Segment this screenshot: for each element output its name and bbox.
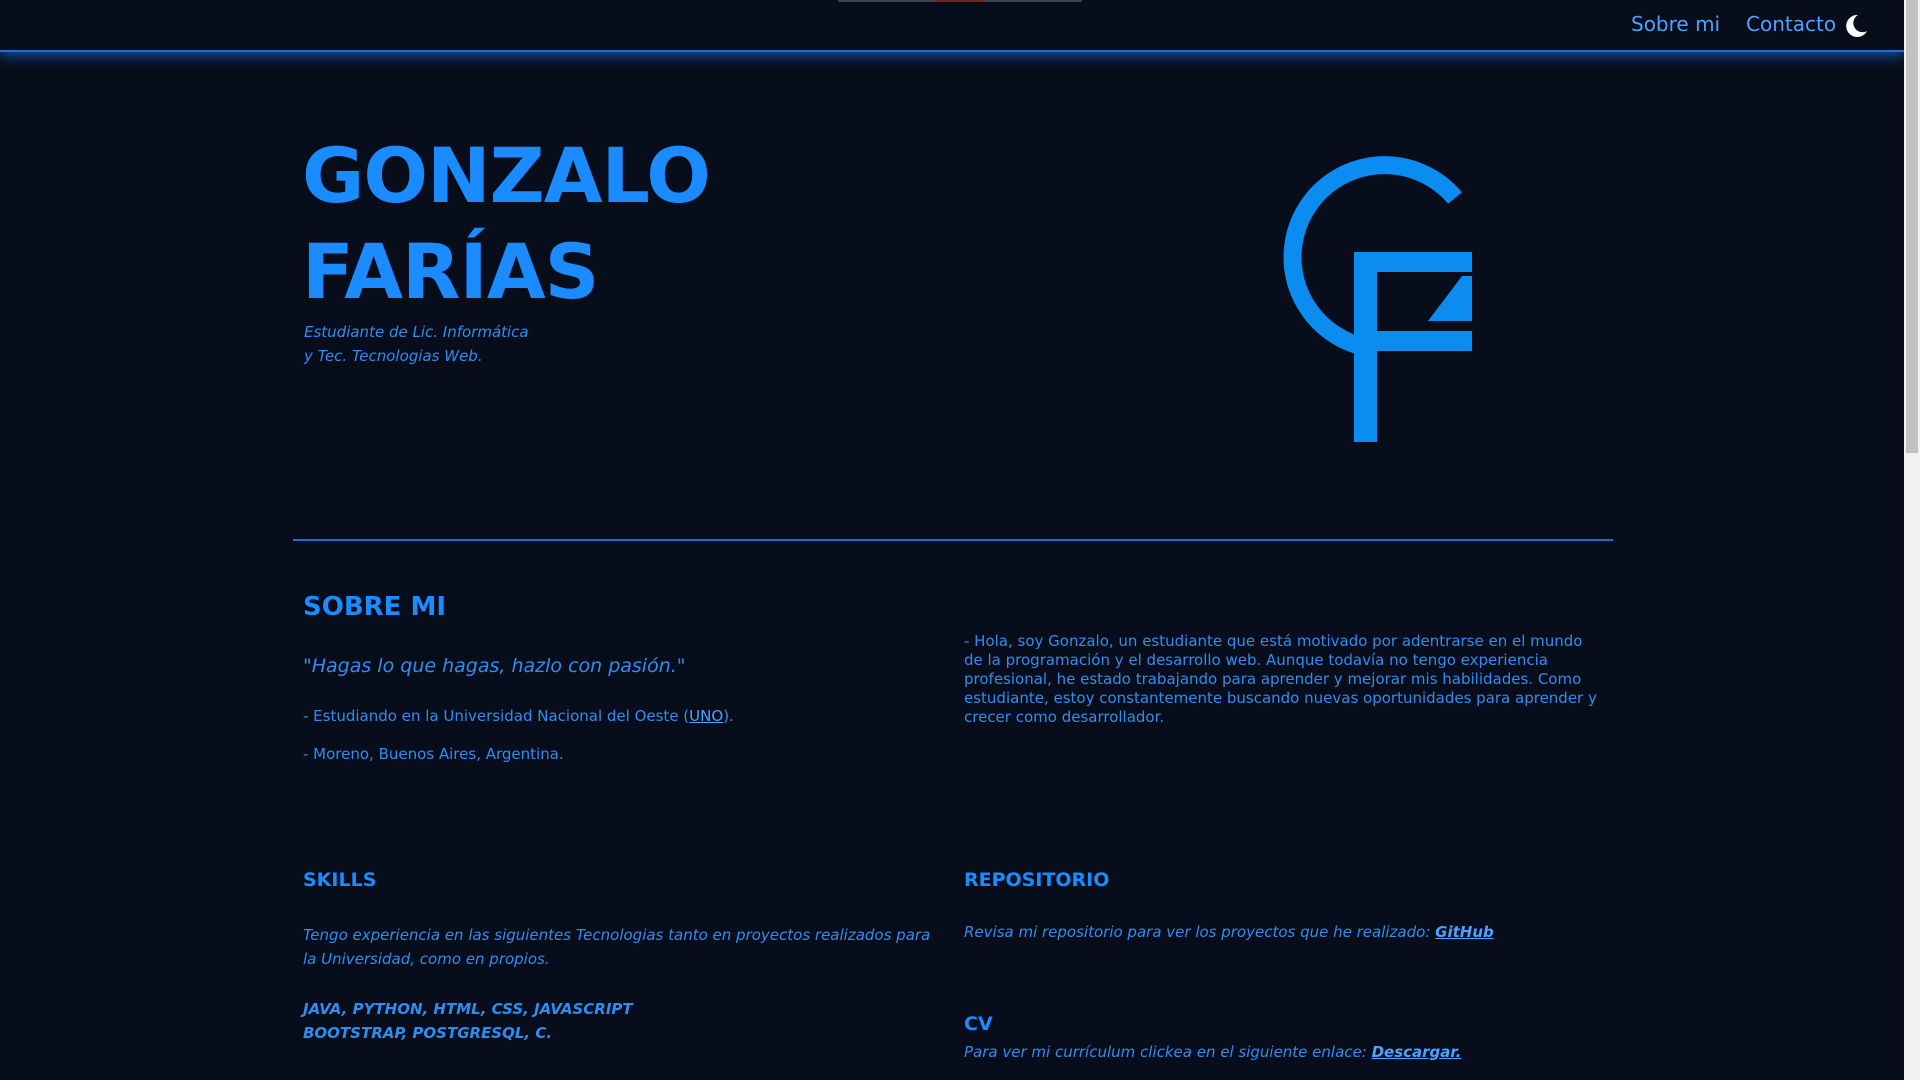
skills-description: Tengo experiencia en las siguientes Tecn… bbox=[303, 926, 931, 968]
location-line: - Moreno, Buenos Aires, Argentina. bbox=[303, 745, 564, 763]
nav-link-about[interactable]: Sobre mi bbox=[1631, 12, 1720, 36]
subtitle-line-1: Estudiante de Lic. Informática bbox=[304, 323, 529, 341]
hero-subtitle: Estudiante de Lic. Informática y Tec. Te… bbox=[304, 320, 529, 368]
last-name: FARÍAS bbox=[302, 227, 599, 316]
about-quote: "Hagas lo que hagas, hazlo con pasión." bbox=[303, 655, 686, 677]
university-text: - Estudiando en la Universidad Nacional … bbox=[303, 707, 690, 725]
university-line: - Estudiando en la Universidad Nacional … bbox=[303, 707, 734, 725]
moon-icon[interactable] bbox=[1843, 13, 1869, 39]
cv-download-link[interactable]: Descargar. bbox=[1372, 1043, 1462, 1061]
first-name: GONZALO bbox=[302, 131, 711, 220]
cv-heading: CV bbox=[964, 1013, 993, 1035]
nav-link-contact[interactable]: Contacto bbox=[1746, 12, 1836, 36]
about-heading: SOBRE MI bbox=[303, 592, 447, 622]
top-loading-bar bbox=[838, 0, 1082, 2]
subtitle-line-2: y Tec. Tecnologias Web. bbox=[304, 347, 483, 365]
top-navbar: Sobre mi Contacto bbox=[0, 0, 1904, 52]
cv-description: Para ver mi currículum clickea en el sig… bbox=[964, 1043, 1372, 1061]
university-suffix: ). bbox=[723, 707, 734, 725]
repository-text: Revisa mi repositorio para ver los proye… bbox=[964, 923, 1494, 941]
repository-heading: REPOSITORIO bbox=[964, 869, 1110, 891]
skills-heading: SKILLS bbox=[303, 869, 377, 891]
github-link[interactable]: GitHub bbox=[1435, 923, 1494, 941]
cv-text: Para ver mi currículum clickea en el sig… bbox=[964, 1043, 1461, 1061]
about-bio: - Hola, soy Gonzalo, un estudiante que e… bbox=[964, 632, 1597, 726]
skills-list-line-1: JAVA, PYTHON, HTML, CSS, JAVASCRIPT bbox=[303, 1000, 633, 1018]
scrollbar-thumb[interactable] bbox=[1906, 0, 1918, 453]
skills-list: JAVA, PYTHON, HTML, CSS, JAVASCRIPT BOOT… bbox=[303, 997, 633, 1045]
skills-list-line-2: BOOTSTRAP, POSTGRESQL, C. bbox=[303, 1024, 553, 1042]
gf-monogram-logo bbox=[1256, 146, 1476, 446]
hero-name: GONZALO FARÍAS bbox=[302, 128, 711, 320]
portfolio-page: Sobre mi Contacto GONZALO FARÍAS Estudia… bbox=[0, 0, 1920, 1080]
uno-link[interactable]: UNO bbox=[689, 707, 723, 725]
repository-description: Revisa mi repositorio para ver los proye… bbox=[964, 923, 1436, 941]
section-divider bbox=[293, 539, 1613, 541]
